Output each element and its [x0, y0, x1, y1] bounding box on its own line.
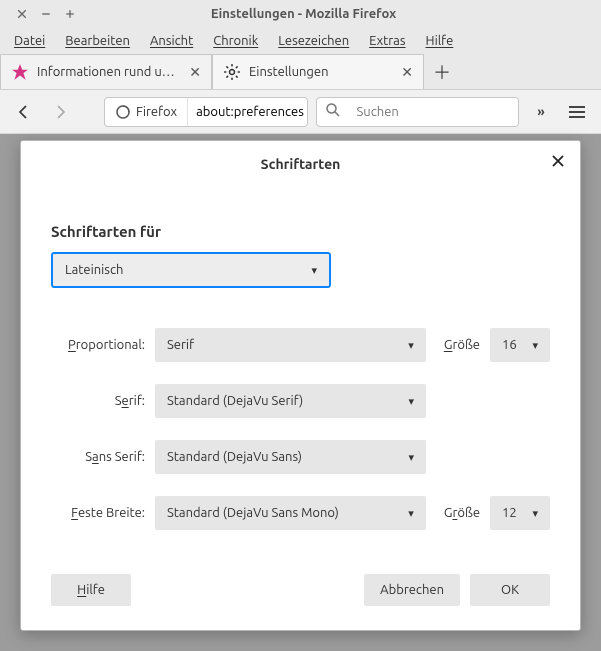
hamburger-menu[interactable] — [563, 106, 591, 118]
window-close-icon[interactable] — [16, 7, 28, 21]
menu-file[interactable]: Datei — [14, 34, 45, 48]
back-button[interactable] — [10, 98, 38, 126]
serif-label: Serif: — [51, 394, 145, 408]
chevron-down-icon: ▾ — [408, 451, 414, 464]
firefox-icon — [115, 104, 131, 120]
forward-button[interactable] — [46, 98, 74, 126]
size-label-mono: Größe — [444, 506, 480, 520]
address-bar[interactable]: Firefox — [104, 97, 308, 127]
menu-bookmarks[interactable]: Lesezeichen — [278, 34, 349, 48]
sans-select[interactable]: Standard (DejaVu Sans)▾ — [155, 440, 426, 474]
help-button[interactable]: Hilfe — [51, 574, 131, 606]
serif-select[interactable]: Standard (DejaVu Serif)▾ — [155, 384, 426, 418]
dialog-close-icon[interactable] — [550, 153, 566, 173]
menu-history[interactable]: Chronik — [213, 34, 258, 48]
chevron-down-icon: ▾ — [311, 264, 317, 277]
menu-help[interactable]: Hilfe — [426, 34, 454, 48]
sans-label: Sans Serif: — [51, 450, 145, 464]
chevron-down-icon: ▾ — [408, 507, 414, 520]
tab-active-close-icon[interactable]: ✕ — [401, 64, 413, 81]
window-minimize-icon[interactable] — [40, 7, 52, 21]
chevron-down-icon: ▾ — [408, 395, 414, 408]
menu-edit[interactable]: Bearbeiten — [65, 34, 130, 48]
tab-bg-close-icon[interactable]: ✕ — [189, 64, 201, 81]
mono-select[interactable]: Standard (DejaVu Sans Mono)▾ — [155, 496, 426, 530]
gear-icon — [223, 63, 241, 81]
language-select-value: Lateinisch — [65, 263, 123, 277]
search-box[interactable] — [316, 97, 520, 127]
tab-active-label: Einstellungen — [249, 65, 393, 79]
proportional-size-select[interactable]: 16▾ — [490, 328, 550, 362]
search-input[interactable] — [349, 98, 520, 126]
size-label-prop: Größe — [444, 338, 480, 352]
menu-view[interactable]: Ansicht — [150, 34, 193, 48]
mono-size-select[interactable]: 12▾ — [490, 496, 550, 530]
chevron-down-icon: ▾ — [532, 507, 538, 520]
tab-background[interactable]: Informationen rund um die K ✕ — [0, 54, 212, 89]
overflow-button[interactable]: » — [527, 105, 555, 119]
new-tab-button[interactable]: ＋ — [424, 54, 460, 89]
tab-active[interactable]: Einstellungen ✕ — [212, 54, 424, 89]
proportional-select[interactable]: Serif▾ — [155, 328, 426, 362]
tab-background-label: Informationen rund um die K — [37, 65, 181, 79]
window-title: Einstellungen - Mozilla Firefox — [76, 7, 531, 21]
chevron-down-icon: ▾ — [532, 339, 538, 352]
url-input[interactable] — [188, 98, 307, 126]
favicon-icon — [11, 63, 29, 81]
identity-label: Firefox — [136, 105, 177, 119]
language-select[interactable]: Lateinisch ▾ — [51, 252, 331, 288]
proportional-label: Proportional: — [51, 338, 145, 352]
menu-tools[interactable]: Extras — [369, 34, 405, 48]
cancel-button[interactable]: Abbrechen — [364, 574, 460, 606]
search-icon — [325, 102, 341, 118]
dialog-title: Schriftarten — [261, 156, 341, 172]
fonts-dialog: Schriftarten Schriftarten für Lateinisch… — [20, 140, 581, 631]
ok-button[interactable]: OK — [470, 574, 550, 606]
chevron-down-icon: ▾ — [408, 339, 414, 352]
menubar: Datei Bearbeiten Ansicht Chronik Lesezei… — [0, 28, 601, 54]
window-maximize-icon[interactable] — [64, 7, 76, 21]
mono-label: Feste Breite: — [51, 506, 145, 520]
section-heading: Schriftarten für — [51, 223, 550, 240]
